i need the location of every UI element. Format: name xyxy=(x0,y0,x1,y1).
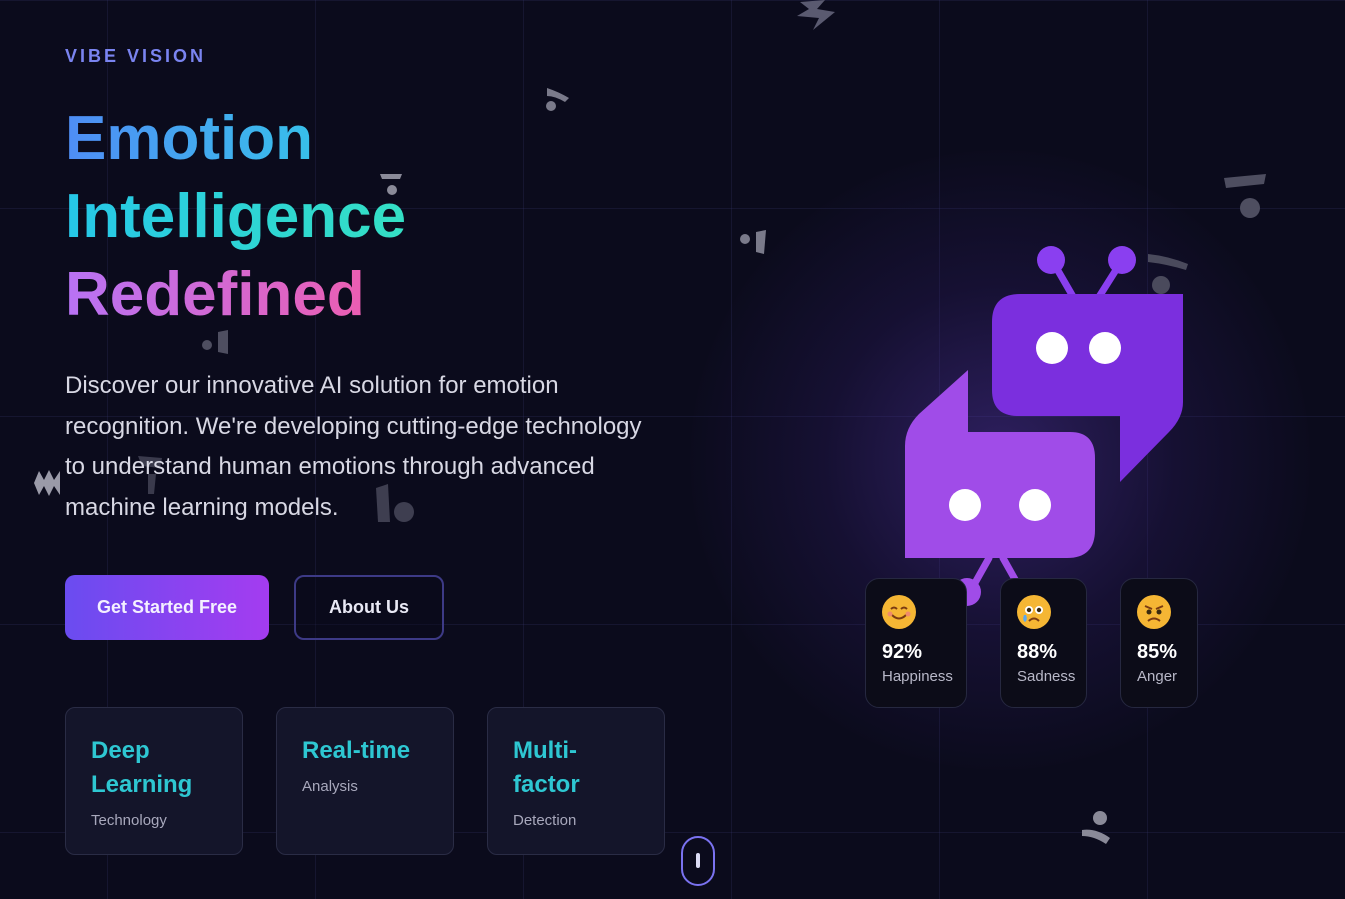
decorative-shape xyxy=(740,230,766,254)
hero-title-line-3: Redefined xyxy=(65,256,406,334)
emotion-label: Sadness xyxy=(1017,668,1076,685)
feature-title: Real-time xyxy=(302,737,411,764)
crying-face-icon xyxy=(1017,595,1051,629)
feature-card-real-time: Real-time Analysis xyxy=(276,707,454,855)
feature-title: Deep Learning xyxy=(91,737,193,798)
feature-subtitle: Analysis xyxy=(302,778,358,795)
hero-title: Emotion Intelligence Redefined xyxy=(65,100,406,334)
emotion-value: 88% xyxy=(1017,641,1058,663)
scroll-indicator[interactable] xyxy=(681,836,715,886)
feature-card-deep-learning: Deep Learning Technology xyxy=(65,707,243,855)
decorative-shape xyxy=(1082,811,1110,844)
emotion-card-happiness: 92% Happiness xyxy=(865,578,967,708)
decorative-shape xyxy=(797,0,835,30)
hero-title-line-1: Emotion xyxy=(65,100,406,178)
decorative-shape xyxy=(34,470,60,496)
hero-title-line-2: Intelligence xyxy=(65,178,406,256)
feature-title: Multi-factor xyxy=(513,737,580,798)
decorative-shape xyxy=(1224,174,1266,218)
feature-subtitle: Technology xyxy=(91,812,167,829)
smiling-face-icon xyxy=(882,595,916,629)
emotion-value: 85% xyxy=(1137,641,1178,663)
get-started-button[interactable]: Get Started Free xyxy=(65,575,269,640)
feature-subtitle: Detection xyxy=(513,812,577,829)
hero-description: Discover our innovative AI solution for … xyxy=(65,372,642,521)
emotion-label: Anger xyxy=(1137,668,1178,685)
angry-face-icon xyxy=(1137,595,1171,629)
emotion-label: Happiness xyxy=(882,668,953,685)
emotion-value: 92% xyxy=(882,641,923,663)
robot-chat-illustration-icon xyxy=(905,246,1183,606)
emotion-card-anger: 85% Anger xyxy=(1120,578,1198,708)
brand-logo[interactable]: VIBE VISION xyxy=(65,46,206,67)
scroll-wheel-icon xyxy=(696,853,700,868)
decorative-shape xyxy=(546,88,569,111)
emotion-card-sadness: 88% Sadness xyxy=(1000,578,1087,708)
feature-card-multi-factor: Multi-factor Detection xyxy=(487,707,665,855)
about-us-button[interactable]: About Us xyxy=(294,575,444,640)
